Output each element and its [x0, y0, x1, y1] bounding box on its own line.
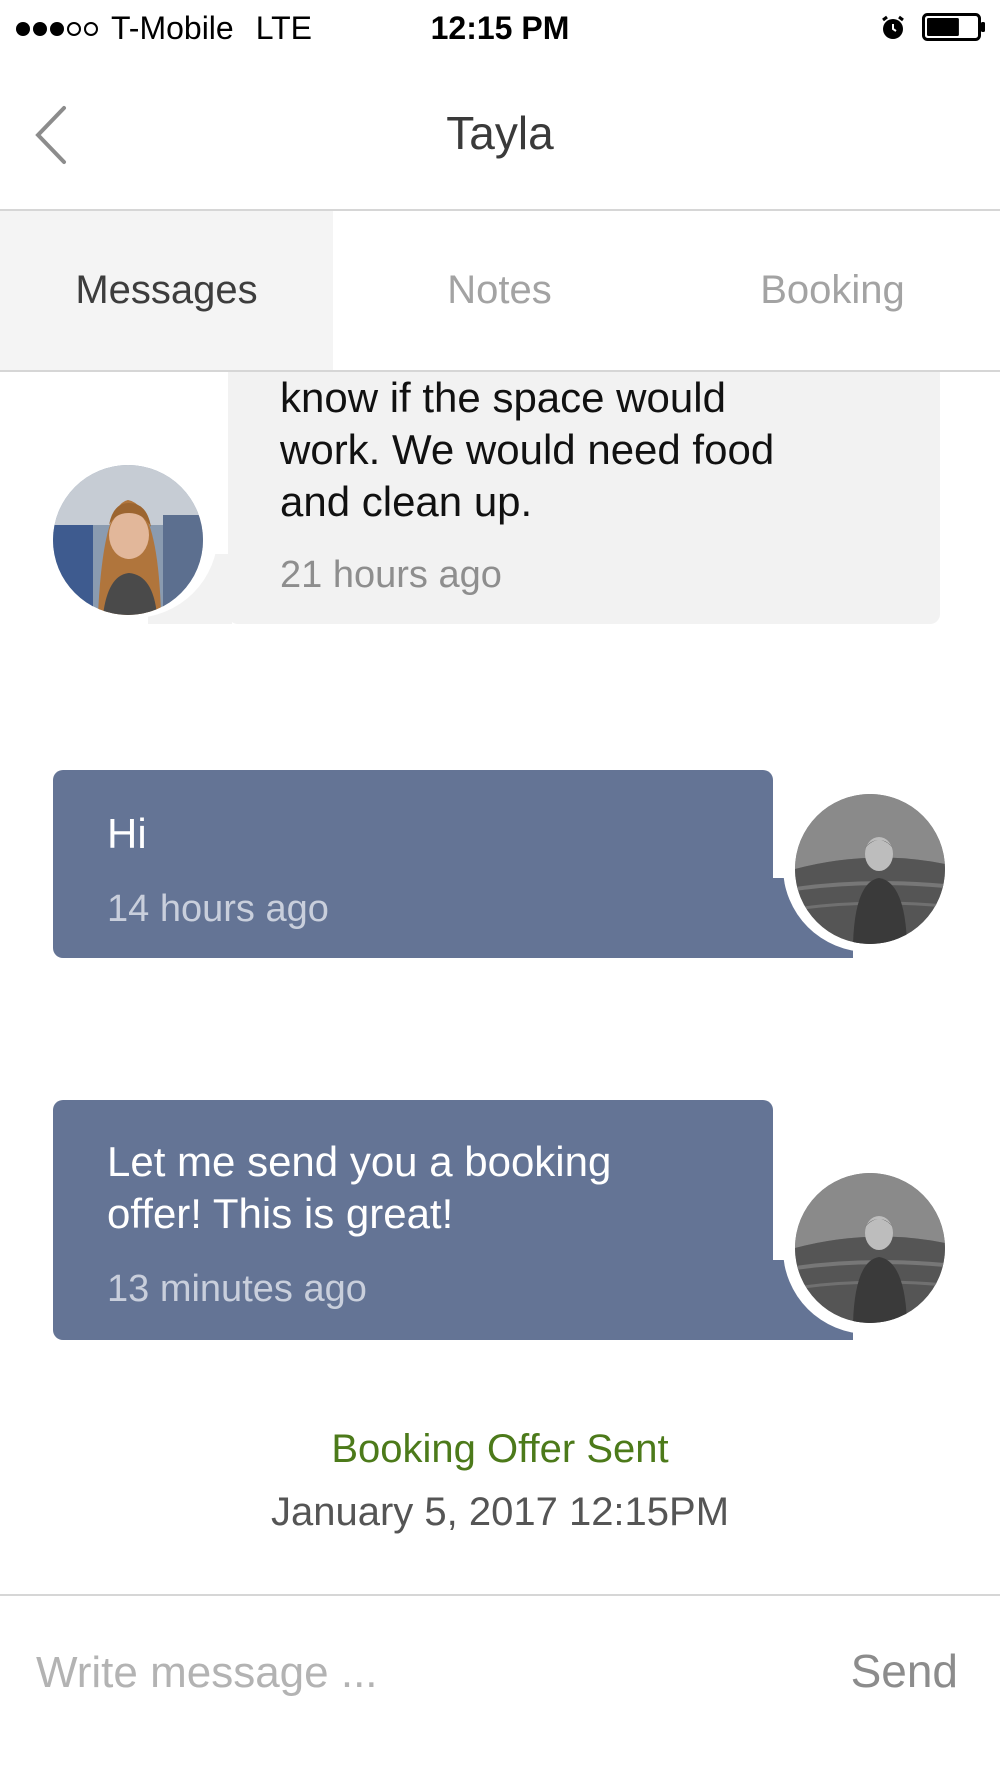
status-bar: T-Mobile LTE 12:15 PM — [0, 0, 1000, 56]
message-text: Let me send you a booking offer! This is… — [107, 1138, 612, 1237]
tab-notes[interactable]: Notes — [333, 211, 666, 370]
tab-bar: Messages Notes Booking — [0, 211, 1000, 372]
message-text: Hi — [107, 810, 147, 857]
message-text: know if the space would work. We would n… — [280, 374, 775, 525]
message-input[interactable] — [36, 1638, 796, 1708]
avatar-self[interactable] — [795, 794, 945, 944]
avatar-self[interactable] — [795, 1173, 945, 1323]
message-composer: Send — [0, 1594, 1000, 1778]
tab-messages[interactable]: Messages — [0, 211, 333, 370]
message-list[interactable]: know if the space would work. We would n… — [0, 372, 1000, 1592]
message-timestamp: 13 minutes ago — [107, 1268, 367, 1310]
status-time: 12:15 PM — [430, 10, 570, 46]
alarm-icon — [880, 12, 906, 49]
outgoing-message-bubble: Let me send you a booking offer! This is… — [53, 1100, 953, 1340]
navigation-bar: Tayla — [0, 56, 1000, 211]
avatar-tayla[interactable] — [53, 465, 203, 615]
outgoing-message-bubble: Hi 14 hours ago — [53, 770, 953, 958]
status-right — [880, 12, 986, 49]
booking-offer-date: January 5, 2017 12:15PM — [270, 1490, 730, 1534]
tab-booking[interactable]: Booking — [666, 211, 999, 370]
send-button[interactable]: Send — [851, 1644, 958, 1698]
chat-screen: T-Mobile LTE 12:15 PM Tayla Messages Not… — [0, 0, 1000, 1778]
booking-offer-status: Booking Offer Sent — [331, 1427, 669, 1471]
message-timestamp: 14 hours ago — [107, 888, 329, 930]
page-title: Tayla — [446, 107, 554, 159]
battery-icon — [922, 12, 986, 49]
message-timestamp: 21 hours ago — [280, 554, 502, 596]
incoming-message-bubble: know if the space would work. We would n… — [48, 372, 940, 624]
